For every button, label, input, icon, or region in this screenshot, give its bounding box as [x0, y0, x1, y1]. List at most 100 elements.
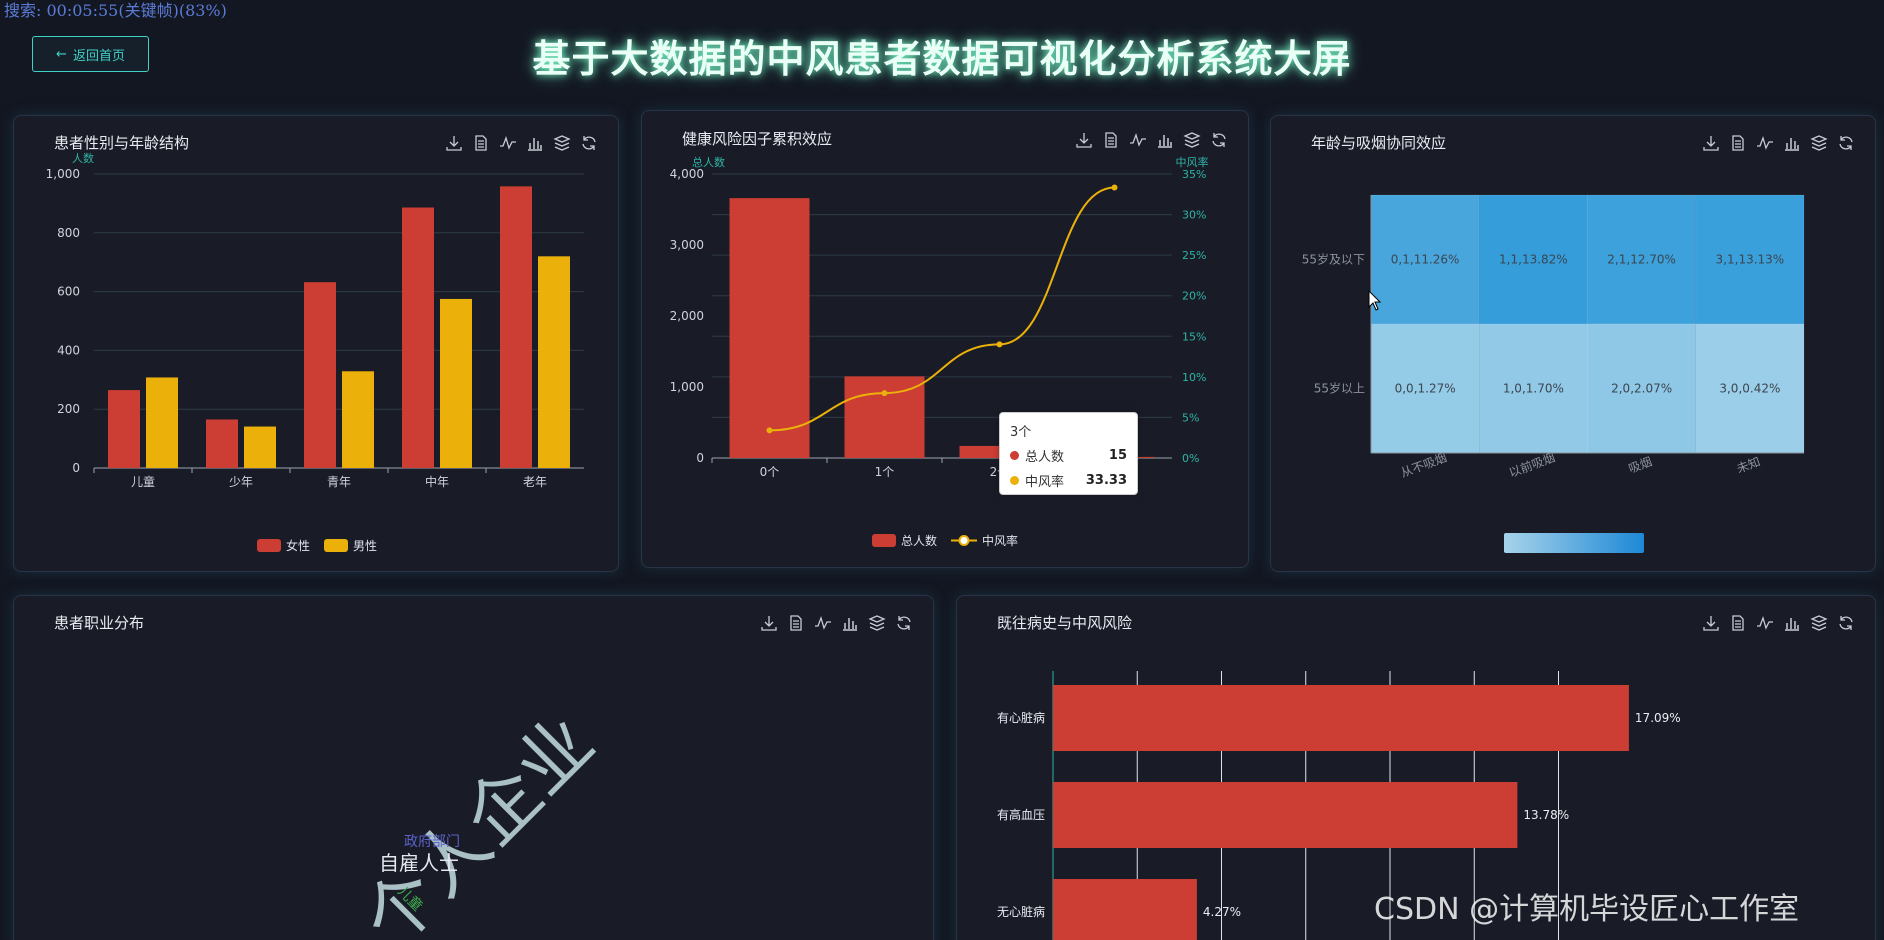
rate-line — [769, 186, 1115, 432]
y-tick-label: 800 — [57, 226, 80, 240]
y-tick-label: 无心脏病 — [997, 904, 1045, 919]
data-view-icon[interactable] — [1102, 131, 1120, 149]
tooltip-label: 中风率 — [1025, 475, 1065, 490]
tooltip-dot — [1010, 476, 1019, 485]
stack-icon[interactable] — [1183, 131, 1201, 149]
legend-swatch — [872, 534, 896, 547]
chart-legend: 总人数 中风率 — [872, 532, 1018, 549]
heatmap-cell-label: 1,0,1.70% — [1503, 382, 1564, 396]
bar-total — [729, 198, 810, 458]
rate-point — [766, 427, 773, 434]
heatmap-cell-label: 0,1,11.26% — [1391, 253, 1460, 267]
risk-factor-panel: 健康风险因子累积效应 总人数 中风率 0% 5% 10% 15% 20% 25% 30% 35% 0… — [641, 110, 1249, 568]
x-tick-label: 老年 — [523, 475, 547, 489]
y-tick-label: 2,000 — [670, 309, 704, 323]
gender-age-chart: 人数 0 200 400 600 800 1,000 儿童 少年 青年 中年 老年 — [46, 152, 584, 489]
legend-label: 总人数 — [901, 534, 938, 548]
heatmap-cell-label: 3,1,13.13% — [1716, 253, 1785, 267]
rate-point — [1111, 184, 1118, 191]
legend-label: 男性 — [353, 539, 378, 553]
legend-item-female[interactable]: 女性 — [257, 537, 310, 554]
bar-female — [108, 390, 140, 468]
bar-female — [402, 207, 434, 468]
y-tick-label: 55岁以上 — [1314, 381, 1365, 396]
history-bar — [1053, 782, 1518, 848]
y-tick-label: 0 — [696, 451, 704, 465]
watermark: CSDN @计算机毕设匠心工作室 — [1374, 892, 1800, 927]
history-bar — [1053, 879, 1197, 940]
x-tick-label: 青年 — [327, 475, 351, 489]
bar-male — [440, 298, 472, 468]
y-tick-label: 有心脏病 — [997, 710, 1045, 725]
y-right-tick-label: 5% — [1182, 411, 1199, 424]
y-tick-label: 0 — [72, 461, 80, 475]
bar-value-label: 13.78% — [1523, 808, 1569, 822]
y-tick-label: 4,000 — [670, 167, 704, 181]
legend-item-rate[interactable]: 中风率 — [951, 532, 1018, 549]
y-tick-label: 1,000 — [670, 380, 704, 394]
bar-switch-icon[interactable] — [1156, 131, 1174, 149]
heatmap-cell-label: 2,0,2.07% — [1611, 382, 1672, 396]
x-tick-label: 1个 — [875, 465, 895, 479]
restore-icon[interactable] — [1210, 131, 1228, 149]
legend-item-male[interactable]: 男性 — [324, 537, 377, 554]
stack-icon[interactable] — [1810, 134, 1828, 152]
history-bar — [1053, 685, 1629, 751]
tooltip-title: 3个 — [1010, 425, 1032, 440]
bar-value-label: 4.27% — [1203, 905, 1241, 919]
y-axis-title: 人数 — [72, 152, 94, 165]
restore-icon[interactable] — [1837, 134, 1855, 152]
age-smoking-panel: 年龄与吸烟协同效应 0,1,11.26% 1,1,13.82% 2,1,12.70%… — [1270, 115, 1876, 572]
chart-tooltip: 3个 总人数 15 中风率 33.33 — [999, 412, 1138, 495]
rate-point — [881, 390, 888, 397]
x-tick-label: 从不吸烟 — [1399, 450, 1449, 480]
data-view-icon[interactable] — [1729, 134, 1747, 152]
heatmap-cell-label: 3,0,0.42% — [1719, 382, 1780, 396]
y-right-tick-label: 35% — [1182, 168, 1206, 181]
occupation-panel: 患者职业分布 个人企业 政府部门 自雇人士 儿童 — [13, 595, 934, 940]
tooltip-label: 总人数 — [1025, 450, 1065, 465]
y-axis-title-right: 中风率 — [1176, 155, 1209, 169]
tooltip-dot — [1010, 451, 1019, 460]
legend-line-swatch — [951, 535, 978, 546]
gender-age-panel: 患者性别与年龄结构 人数 0 200 400 600 800 1,000 儿童 少年 青年 中年 老年… — [13, 115, 619, 572]
bar-male — [146, 377, 178, 468]
line-switch-icon[interactable] — [1756, 134, 1774, 152]
download-icon[interactable] — [1075, 131, 1093, 149]
chart-toolbox — [1075, 131, 1228, 149]
legend-swatch — [257, 539, 281, 552]
x-tick-label: 以前吸烟 — [1507, 450, 1557, 481]
heatmap-cell-label: 2,1,12.70% — [1607, 253, 1676, 267]
page-title: 基于大数据的中风患者数据可视化分析系统大屏 — [532, 37, 1352, 81]
y-right-tick-label: 10% — [1182, 371, 1206, 384]
download-icon[interactable] — [1702, 134, 1720, 152]
x-tick-label: 中年 — [425, 474, 449, 489]
tooltip-value: 15 — [1108, 448, 1127, 463]
panel-title: 健康风险因子累积效应 — [682, 130, 833, 148]
heatmap-cell-label: 0,0,1.27% — [1395, 382, 1456, 396]
occupation-wordcloud: 个人企业政府部门自雇人士儿童 — [347, 700, 610, 940]
mouse-cursor-icon — [1368, 290, 1382, 311]
y-tick-label: 1,000 — [46, 167, 80, 181]
y-tick-label: 3,000 — [670, 238, 704, 252]
line-switch-icon[interactable] — [1129, 131, 1147, 149]
bar-male — [538, 256, 570, 468]
y-tick-label: 400 — [57, 343, 80, 357]
chart-legend: 女性 男性 — [257, 537, 377, 554]
legend-item-total[interactable]: 总人数 — [872, 532, 937, 549]
bar-male — [244, 426, 276, 468]
y-tick-label: 55岁及以下 — [1302, 252, 1365, 267]
word-cloud-word: 政府部门 — [404, 834, 460, 850]
rate-point — [996, 341, 1003, 348]
chart-toolbox — [1702, 134, 1855, 152]
age-smoking-heatmap: 0,1,11.26% 1,1,13.82% 2,1,12.70% 3,1,13.13%… — [1302, 194, 1805, 481]
tooltip-value: 33.33 — [1085, 473, 1127, 488]
bar-switch-icon[interactable] — [1783, 134, 1801, 152]
y-tick-label: 有高血压 — [997, 807, 1045, 822]
visual-map-bar[interactable] — [1504, 533, 1644, 553]
heatmap-cell-label: 1,1,13.82% — [1499, 253, 1568, 267]
bar-female — [500, 186, 532, 468]
y-right-tick-label: 30% — [1182, 209, 1206, 222]
panel-title: 年龄与吸烟协同效应 — [1311, 134, 1447, 152]
x-tick-label: 0个 — [760, 465, 780, 479]
